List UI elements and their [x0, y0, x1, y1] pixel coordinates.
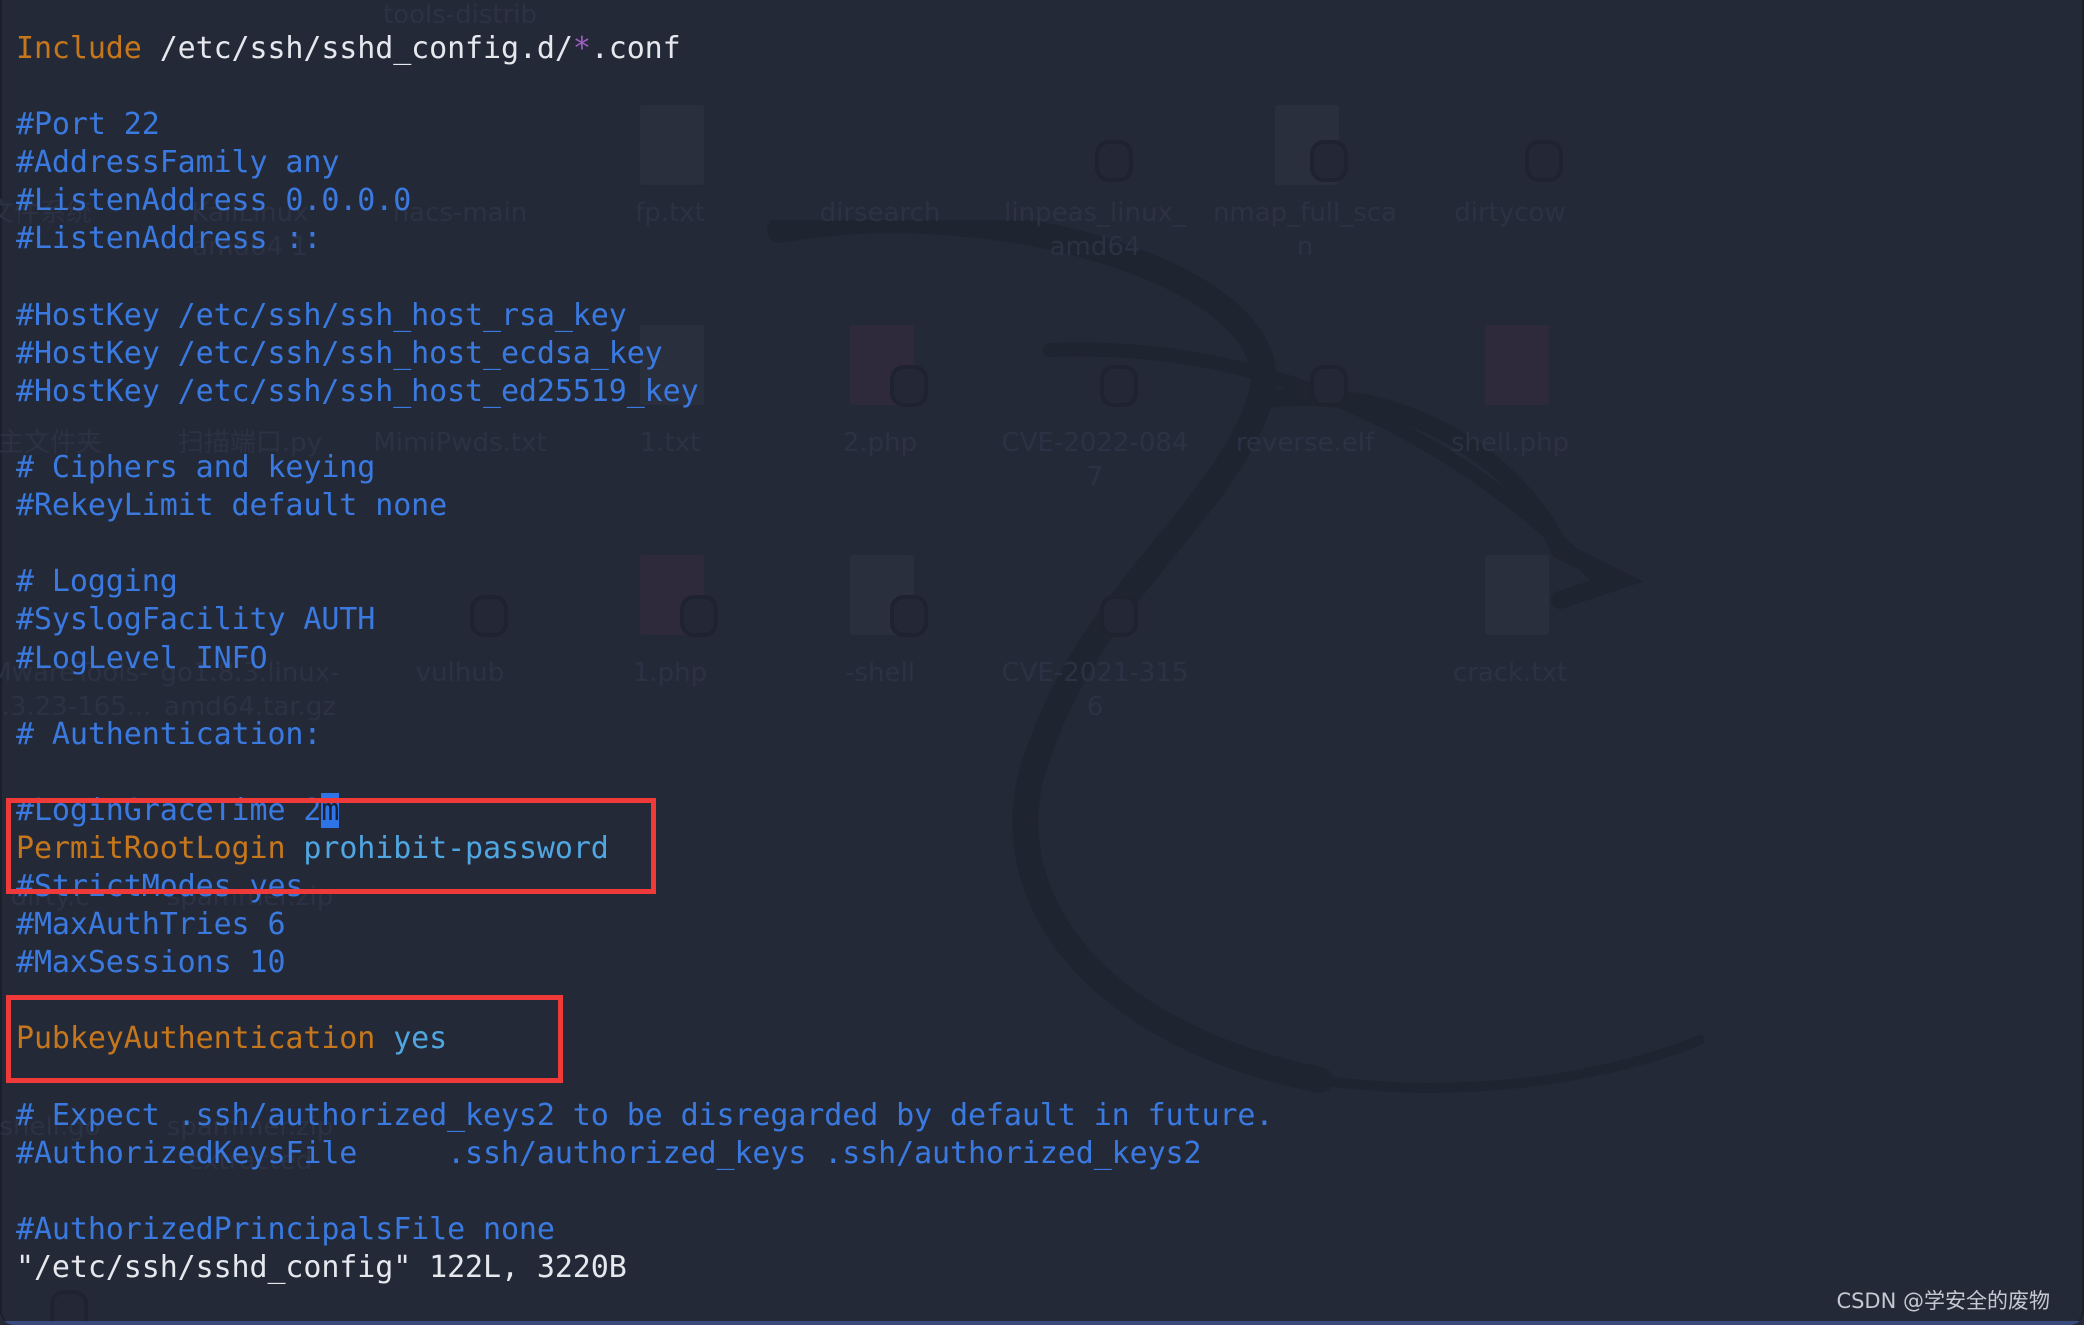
config-comment: #MaxSessions 10	[16, 945, 286, 981]
config-line: #HostKey /etc/ssh/ssh_host_ed25519_key	[16, 373, 1273, 411]
config-comment: # Authentication:	[16, 716, 322, 752]
desktop-icon-label: dirtycow	[1454, 198, 1566, 228]
config-line: #AuthorizedKeysFile .ssh/authorized_keys…	[16, 1135, 1273, 1173]
config-text: /etc/ssh/sshd_config.d/	[141, 31, 573, 66]
config-line: #HostKey /etc/ssh/ssh_host_rsa_key	[16, 297, 1273, 335]
config-keyword: Include	[16, 31, 142, 66]
lock-icon	[1525, 140, 1563, 182]
config-comment: #RekeyLimit default none	[16, 488, 448, 524]
config-line: # Logging	[16, 563, 1273, 601]
config-line: # Ciphers and keying	[16, 449, 1273, 487]
config-line: #RekeyLimit default none	[16, 487, 1273, 525]
terminal-window: tools-distrib 文件系统 KaliLinux amd64 1 nac…	[0, 0, 2084, 1325]
config-line: #SyslogFacility AUTH	[16, 601, 1273, 639]
config-line: # Expect .ssh/authorized_keys2 to be dis…	[16, 1097, 1273, 1135]
lock-icon	[1310, 365, 1348, 407]
config-text: .conf	[590, 31, 681, 66]
config-line: #ListenAddress ::	[16, 220, 1273, 258]
config-comment: #ListenAddress ::	[16, 221, 322, 257]
config-comment: # Ciphers and keying	[16, 450, 376, 486]
php-file-icon	[1485, 325, 1549, 405]
config-comment: #HostKey /etc/ssh/ssh_host_ecdsa_key	[16, 335, 663, 371]
config-line: #AuthorizedPrincipalsFile none	[16, 1211, 1273, 1249]
config-comment: #AuthorizedKeysFile .ssh/authorized_keys…	[16, 1135, 1202, 1171]
pubkey-authentication-highlight-box	[6, 995, 563, 1083]
config-line: #Port 22	[16, 106, 1273, 144]
config-text: *	[572, 31, 591, 66]
config-comment: # Expect .ssh/authorized_keys2 to be dis…	[16, 1097, 1274, 1133]
desktop-icon-label: shell.php	[1450, 428, 1570, 458]
config-comment: #AuthorizedPrincipalsFile none	[16, 1211, 555, 1247]
config-line: #ListenAddress 0.0.0.0	[16, 182, 1273, 220]
config-comment: # Logging	[16, 564, 178, 600]
config-line: Include /etc/ssh/sshd_config.d/*.conf	[16, 30, 1273, 68]
config-comment: #Port 22	[16, 107, 160, 143]
lock-icon	[1310, 140, 1348, 182]
config-line: #AddressFamily any	[16, 144, 1273, 182]
file-icon	[1275, 105, 1339, 185]
csdn-watermark: CSDN @学安全的废物	[1836, 1289, 2050, 1313]
status-line: "/etc/ssh/sshd_config" 122L, 3220B	[16, 1249, 1273, 1287]
config-comment: #MaxAuthTries 6	[16, 907, 286, 943]
taskbar-edge	[0, 1321, 2084, 1325]
config-line: #MaxSessions 10	[16, 944, 1273, 982]
config-comment: #ListenAddress 0.0.0.0	[16, 183, 412, 219]
config-comment: #AddressFamily any	[16, 145, 340, 181]
desktop-icon-label: crack.txt	[1452, 658, 1568, 688]
lock-icon	[50, 1290, 88, 1325]
config-comment: #SyslogFacility AUTH	[16, 602, 376, 638]
config-comment: #LogLevel INFO	[16, 640, 268, 676]
config-comment: #HostKey /etc/ssh/ssh_host_rsa_key	[16, 297, 627, 333]
config-text: "/etc/ssh/sshd_config" 122L, 3220B	[16, 1250, 627, 1285]
permit-root-login-highlight-box	[6, 798, 656, 894]
config-comment: #HostKey /etc/ssh/ssh_host_ed25519_key	[16, 373, 699, 409]
config-line: #LogLevel INFO	[16, 640, 1273, 678]
config-line: #MaxAuthTries 6	[16, 906, 1273, 944]
vim-editor[interactable]: Include /etc/ssh/sshd_config.d/*.conf #P…	[16, 30, 1273, 1287]
config-line: # Authentication:	[16, 716, 1273, 754]
config-line: #HostKey /etc/ssh/ssh_host_ecdsa_key	[16, 335, 1273, 373]
file-icon	[1485, 555, 1549, 635]
desktop-icon-label: tools-distrib	[382, 0, 538, 30]
